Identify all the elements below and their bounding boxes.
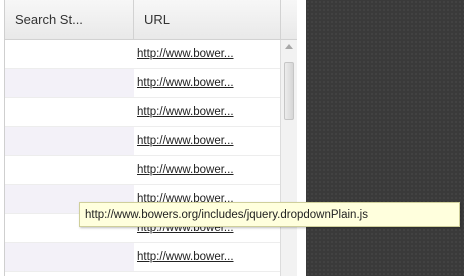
grid-header: Search St... URL <box>5 0 297 40</box>
table-row[interactable]: http://www.bower... <box>5 243 283 272</box>
column-header-spacer <box>280 0 297 39</box>
url-link[interactable]: http://www.bower... <box>134 69 283 97</box>
url-link[interactable]: http://www.bower... <box>134 40 283 68</box>
url-link[interactable]: http://www.bower... <box>134 243 283 271</box>
table-row[interactable]: http://www.bower... <box>5 69 283 98</box>
search-string-cell <box>5 127 135 155</box>
column-header-url[interactable]: URL <box>134 0 280 39</box>
dark-background-panel <box>306 0 464 276</box>
search-string-cell <box>5 98 135 126</box>
table-row[interactable]: http://www.bower... <box>5 156 283 185</box>
vertical-scrollbar[interactable] <box>280 40 297 276</box>
url-tooltip: http://www.bowers.org/includes/jquery.dr… <box>79 202 460 227</box>
search-string-cell <box>5 156 135 184</box>
data-grid: Search St... URL http://www.bower... htt… <box>4 0 297 276</box>
column-header-search-string[interactable]: Search St... <box>5 0 134 39</box>
table-row[interactable]: http://www.bower... <box>5 40 283 69</box>
grid-rows: http://www.bower... http://www.bower... … <box>5 40 283 272</box>
url-link[interactable]: http://www.bower... <box>134 156 283 184</box>
search-string-cell <box>5 243 135 271</box>
table-row[interactable]: http://www.bower... <box>5 98 283 127</box>
scrollbar-thumb[interactable] <box>284 62 294 120</box>
search-string-cell <box>5 40 135 68</box>
table-row[interactable]: http://www.bower... <box>5 127 283 156</box>
scroll-up-arrow-icon[interactable] <box>285 44 293 49</box>
url-link[interactable]: http://www.bower... <box>134 98 283 126</box>
url-link[interactable]: http://www.bower... <box>134 127 283 155</box>
search-string-cell <box>5 69 135 97</box>
